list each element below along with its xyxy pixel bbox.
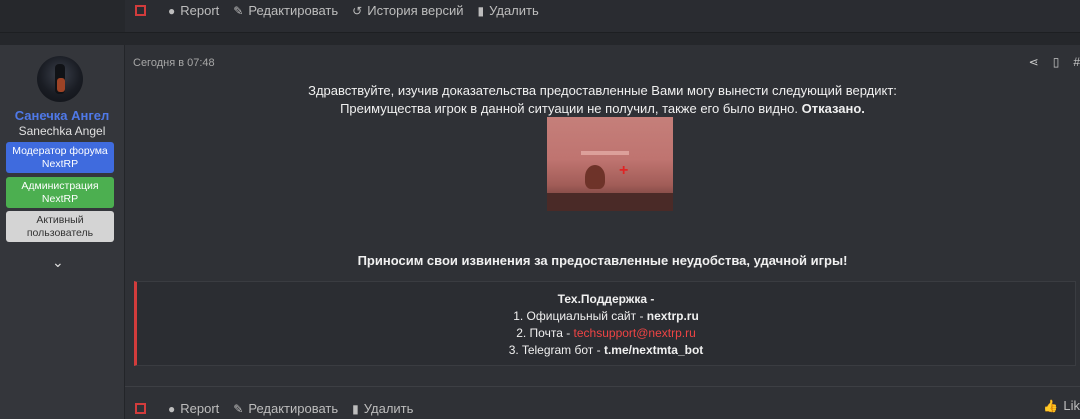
select-checkbox[interactable]	[135, 5, 146, 16]
support-item-telegram: 3. Telegram бот - t.me/nextmta_bot	[508, 343, 704, 357]
banner-administration: Администрация NextRP	[6, 177, 114, 208]
delete-link[interactable]: ▮ Удалить	[478, 3, 539, 18]
post-content: Сегодня в 07:48 ⋖ ▯ # Здравствуйте, изуч…	[125, 45, 1080, 419]
forum-post: Санечка Ангел Sanechka Angel Модератор ф…	[0, 45, 1080, 419]
trash-icon: ▮	[352, 401, 359, 416]
pencil-icon: ✎	[233, 401, 244, 416]
thumbs-up-icon: 👍	[1043, 398, 1059, 413]
user-sidebar: Санечка Ангел Sanechka Angel Модератор ф…	[0, 45, 125, 419]
banner-active-user: Активный пользователь	[6, 211, 114, 242]
message-line-1: Здравствуйте, изучив доказательства пред…	[308, 83, 897, 98]
info-icon: ●	[168, 3, 176, 18]
username[interactable]: Санечка Ангел	[0, 108, 124, 123]
banner-moderator: Модератор форума NextRP	[6, 142, 114, 173]
permalink-icon[interactable]: #	[1073, 55, 1080, 69]
like-area: 👍 Lik	[1043, 398, 1080, 413]
telegram-link[interactable]: t.me/nextmta_bot	[604, 343, 703, 357]
avatar[interactable]	[37, 56, 83, 102]
apology-text: Приносим свои извинения за предоставленн…	[357, 253, 848, 268]
evidence-image-text	[581, 151, 629, 155]
evidence-image[interactable]: +	[547, 117, 673, 211]
footer-divider	[125, 386, 1080, 387]
message-line-2: Преимущества игрок в данной ситуации не …	[340, 101, 865, 116]
edit-link[interactable]: ✎ Редактировать	[233, 401, 338, 416]
pencil-icon: ✎	[233, 3, 244, 18]
chevron-down-icon[interactable]: ⌄	[52, 254, 64, 271]
select-checkbox[interactable]	[135, 403, 146, 414]
previous-post-actions: ● Report ✎ Редактировать ↺ История версий ▮…	[135, 3, 539, 18]
user-title: Sanechka Angel	[18, 124, 106, 138]
report-link[interactable]: ● Report	[168, 401, 219, 416]
support-title: Тех.Поддержка -	[557, 292, 655, 306]
verdict: Отказано.	[801, 101, 865, 116]
share-icon[interactable]: ⋖	[1029, 55, 1039, 69]
post-actions: ● Report ✎ Редактировать ▮ Удалить	[135, 401, 413, 416]
history-link[interactable]: ↺ История версий	[352, 3, 463, 18]
evidence-image-ground	[547, 193, 673, 211]
avatar-glow	[57, 78, 65, 92]
bookmark-icon[interactable]: ▯	[1053, 55, 1060, 69]
site-link[interactable]: nextrp.ru	[647, 309, 699, 323]
email-link[interactable]: techsupport@nextrp.ru	[574, 326, 696, 340]
edit-link[interactable]: ✎ Редактировать	[233, 3, 338, 18]
post-tools: ⋖ ▯ #	[1029, 55, 1080, 69]
post-date[interactable]: Сегодня в 07:48	[133, 57, 215, 69]
message-text: Здравствуйте, изучив доказательства пред…	[125, 82, 1080, 118]
support-item-site: 1. Официальный сайт - nextrp.ru	[513, 309, 699, 323]
like-button[interactable]: 👍 Lik	[1043, 398, 1080, 413]
history-icon: ↺	[352, 3, 363, 18]
support-block: Тех.Поддержка - 1. Официальный сайт - ne…	[134, 281, 1076, 366]
crosshair-icon: +	[619, 162, 629, 179]
trash-icon: ▮	[477, 3, 485, 18]
evidence-image-player	[585, 165, 605, 189]
previous-post-footer: ● Report ✎ Редактировать ↺ История версий ▮…	[0, 0, 1080, 33]
post-separator	[0, 33, 1080, 45]
delete-link[interactable]: ▮ Удалить	[352, 401, 413, 416]
report-link[interactable]: ● Report	[168, 3, 219, 18]
info-icon: ●	[168, 401, 176, 416]
support-item-mail: 2. Почта - techsupport@nextrp.ru	[516, 326, 696, 340]
